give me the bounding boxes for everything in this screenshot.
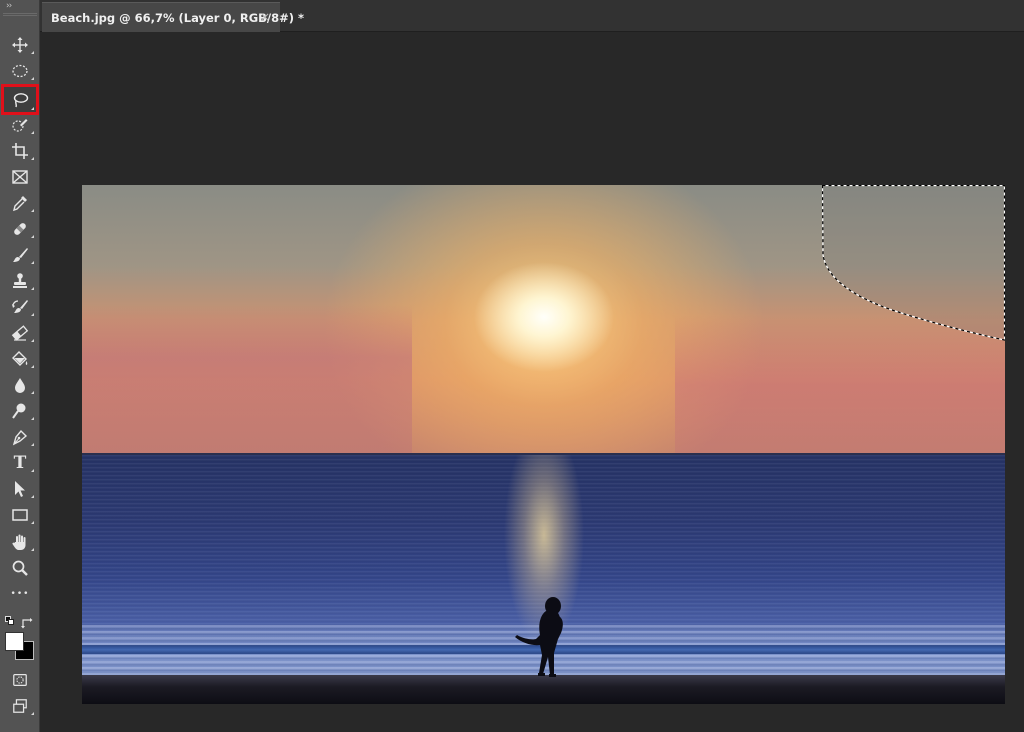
document-tab[interactable]: Beach.jpg @ 66,7% (Layer 0, RGB/8#) * × xyxy=(42,2,304,32)
tools-panel: ›› T ••• xyxy=(0,0,40,732)
dodge-tool[interactable] xyxy=(3,399,37,423)
frame-icon xyxy=(11,168,29,186)
crop-icon xyxy=(11,142,29,160)
quick-selection-icon xyxy=(11,116,29,134)
type-icon: T xyxy=(13,453,27,473)
stamp-icon xyxy=(11,272,29,290)
brush-icon xyxy=(11,246,29,264)
toolbar-grip[interactable] xyxy=(3,13,37,16)
photoshop-window: ›› T ••• Beach.jpg @ 66,7% (Layer 0, RGB… xyxy=(0,0,1024,732)
close-icon[interactable]: × xyxy=(258,10,272,24)
ellipsis-icon: ••• xyxy=(10,589,30,599)
elliptical-marquee-icon xyxy=(11,62,29,80)
bandage-icon xyxy=(11,220,29,238)
eyedropper-icon xyxy=(11,194,29,212)
healing-brush-tool[interactable] xyxy=(3,217,37,241)
paint-bucket-tool[interactable] xyxy=(3,347,37,371)
more-tools[interactable]: ••• xyxy=(3,585,37,603)
lasso-selection[interactable] xyxy=(822,185,1005,343)
history-brush-tool[interactable] xyxy=(3,295,37,319)
quick-mask-icon xyxy=(12,672,28,688)
eraser-icon xyxy=(11,324,29,342)
collapse-toolbar-button[interactable]: ›› xyxy=(6,1,12,11)
clone-stamp-tool[interactable] xyxy=(3,269,37,293)
hand-tool[interactable] xyxy=(3,530,37,554)
default-colors-icon[interactable] xyxy=(5,616,15,626)
quick-mask-mode-button[interactable] xyxy=(3,668,37,692)
sky-haze-left xyxy=(82,305,412,455)
document-tab-bar: Beach.jpg @ 66,7% (Layer 0, RGB/8#) * × xyxy=(40,0,1024,32)
move-icon xyxy=(11,36,29,54)
color-swatches xyxy=(4,614,38,664)
swap-colors-icon[interactable] xyxy=(21,614,33,629)
zoom-tool[interactable] xyxy=(3,556,37,580)
move-tool[interactable] xyxy=(3,33,37,57)
couple-silhouette xyxy=(515,597,563,677)
document-workspace[interactable] xyxy=(41,32,1024,732)
frame-tool[interactable] xyxy=(3,165,37,189)
arrow-icon xyxy=(11,480,29,498)
foreground-color-swatch[interactable] xyxy=(5,632,24,651)
eraser-tool[interactable] xyxy=(3,321,37,345)
dodge-icon xyxy=(11,402,29,420)
crop-tool[interactable] xyxy=(3,139,37,163)
screen-mode-button[interactable] xyxy=(3,694,37,718)
pen-tool[interactable] xyxy=(3,425,37,449)
rectangle-tool[interactable] xyxy=(3,503,37,527)
eyedropper-tool[interactable] xyxy=(3,191,37,215)
path-selection-tool[interactable] xyxy=(3,477,37,501)
quick-selection-tool[interactable] xyxy=(3,113,37,137)
paint-bucket-icon xyxy=(11,350,29,368)
lasso-icon xyxy=(11,91,29,109)
hand-icon xyxy=(11,533,29,551)
blur-tool[interactable] xyxy=(3,373,37,397)
pen-icon xyxy=(11,428,29,446)
type-tool[interactable]: T xyxy=(3,451,37,475)
screen-mode-icon xyxy=(12,698,28,714)
zoom-icon xyxy=(11,559,29,577)
lasso-tool[interactable] xyxy=(1,84,39,115)
rectangle-icon xyxy=(11,506,29,524)
image-canvas[interactable] xyxy=(82,185,1005,704)
history-brush-icon xyxy=(11,298,29,316)
brush-tool[interactable] xyxy=(3,243,37,267)
marquee-tool[interactable] xyxy=(3,59,37,83)
drop-icon xyxy=(11,376,29,394)
